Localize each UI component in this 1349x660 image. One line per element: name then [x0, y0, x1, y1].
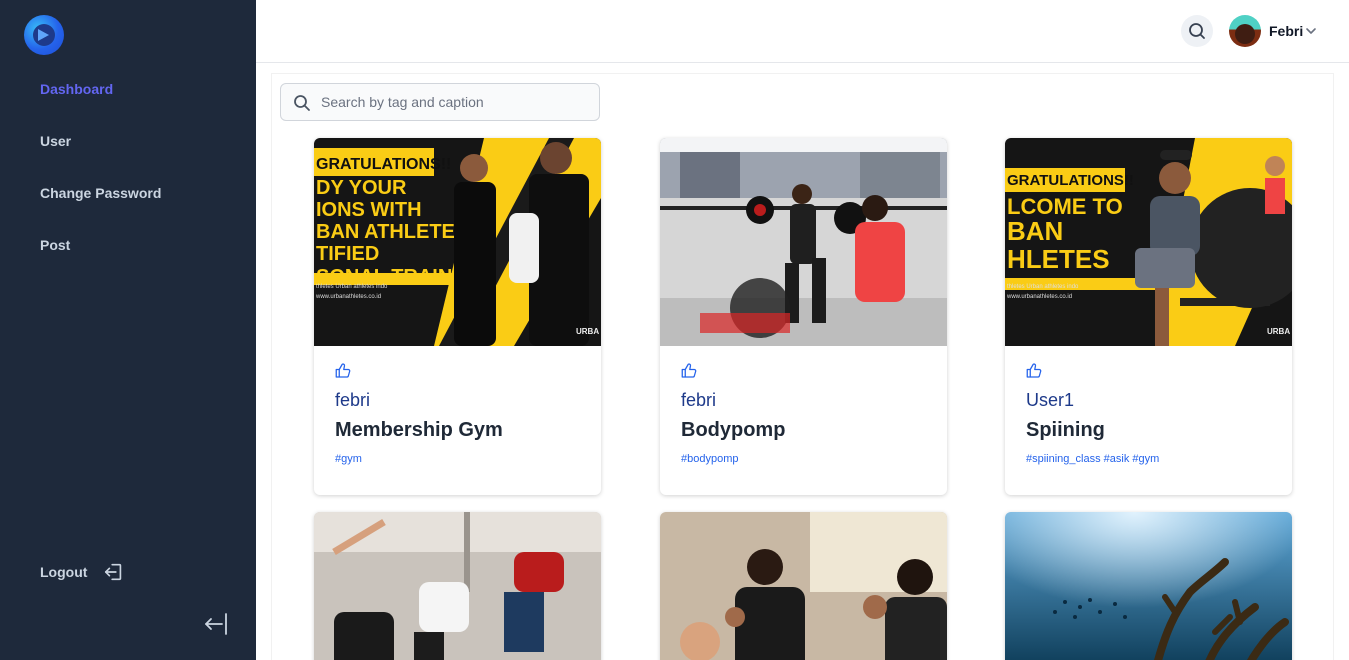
post-title: Spiining [1026, 419, 1105, 441]
svg-text:thletes Urban athletes indo: thletes Urban athletes indo [1007, 284, 1079, 290]
search-icon [294, 95, 310, 111]
like-icon[interactable] [334, 362, 352, 380]
like-icon[interactable] [1025, 362, 1043, 380]
post-tags[interactable]: #bodypomp [681, 453, 739, 465]
post-image [660, 138, 947, 346]
svg-text:HLETES: HLETES [1007, 244, 1110, 274]
post-author: febri [335, 390, 371, 410]
post-card[interactable]: febri Bodypomp #bodypomp [660, 138, 947, 495]
svg-text:URBA: URBA [1267, 327, 1290, 336]
post-card[interactable]: GRATULATIONS!! DY YOUR IONS WITH BAN ATH… [314, 138, 601, 495]
svg-text:DY YOUR: DY YOUR [316, 177, 407, 199]
post-card[interactable] [660, 512, 947, 660]
post-card[interactable]: GRATULATIONS!! LCOME TO BAN HLETES thlet… [1005, 138, 1292, 495]
post-tags[interactable]: #spiining_class #asik #gym [1026, 453, 1159, 465]
post-tags[interactable]: #gym [335, 453, 362, 465]
svg-text:GRATULATIONS!!: GRATULATIONS!! [316, 156, 451, 173]
sidebar-item-post[interactable]: Post [40, 237, 70, 253]
sidebar-item-dashboard[interactable]: Dashboard [40, 81, 113, 97]
app-logo[interactable] [24, 15, 64, 55]
post-image [660, 512, 947, 660]
post-image [1005, 512, 1292, 660]
svg-text:URBA: URBA [576, 327, 599, 336]
logout-icon [105, 563, 122, 581]
svg-text:GRATULATIONS!!: GRATULATIONS!! [1007, 172, 1134, 189]
svg-text:TIFIED: TIFIED [316, 243, 379, 265]
post-image [314, 512, 601, 660]
svg-text:BAN ATHLETES: BAN ATHLETES [316, 221, 468, 243]
search-field[interactable] [280, 83, 600, 121]
chevron-down-icon[interactable] [1305, 26, 1317, 36]
post-author: User1 [1026, 390, 1075, 410]
top-header: Febri [256, 0, 1349, 63]
logout-button[interactable]: Logout [40, 561, 125, 583]
avatar[interactable] [1229, 15, 1261, 47]
post-image: GRATULATIONS!! DY YOUR IONS WITH BAN ATH… [314, 138, 601, 346]
svg-text:IONS WITH: IONS WITH [316, 199, 422, 221]
post-title: Bodypomp [681, 419, 786, 441]
sidebar: Dashboard User Change Password Post Logo… [0, 0, 256, 660]
svg-text:BAN: BAN [1007, 216, 1063, 246]
search-icon [1189, 23, 1205, 39]
post-card[interactable] [314, 512, 601, 660]
svg-text:www.urbanathletes.co.id: www.urbanathletes.co.id [315, 294, 381, 300]
user-menu-name[interactable]: Febri [1269, 23, 1303, 39]
svg-text:thletes Urban athletes indo: thletes Urban athletes indo [316, 284, 388, 290]
logout-label: Logout [40, 564, 88, 580]
post-card[interactable] [1005, 512, 1292, 660]
like-icon[interactable] [680, 362, 698, 380]
post-author: febri [681, 390, 717, 410]
svg-text:www.urbanathletes.co.id: www.urbanathletes.co.id [1006, 294, 1072, 300]
sidebar-item-change-password[interactable]: Change Password [40, 185, 161, 201]
search-input[interactable] [321, 84, 591, 120]
post-image: GRATULATIONS!! LCOME TO BAN HLETES thlet… [1005, 138, 1292, 346]
sidebar-item-user[interactable]: User [40, 133, 71, 149]
post-title: Membership Gym [335, 419, 503, 441]
collapse-sidebar-icon[interactable] [202, 612, 228, 636]
header-search-button[interactable] [1181, 15, 1213, 47]
